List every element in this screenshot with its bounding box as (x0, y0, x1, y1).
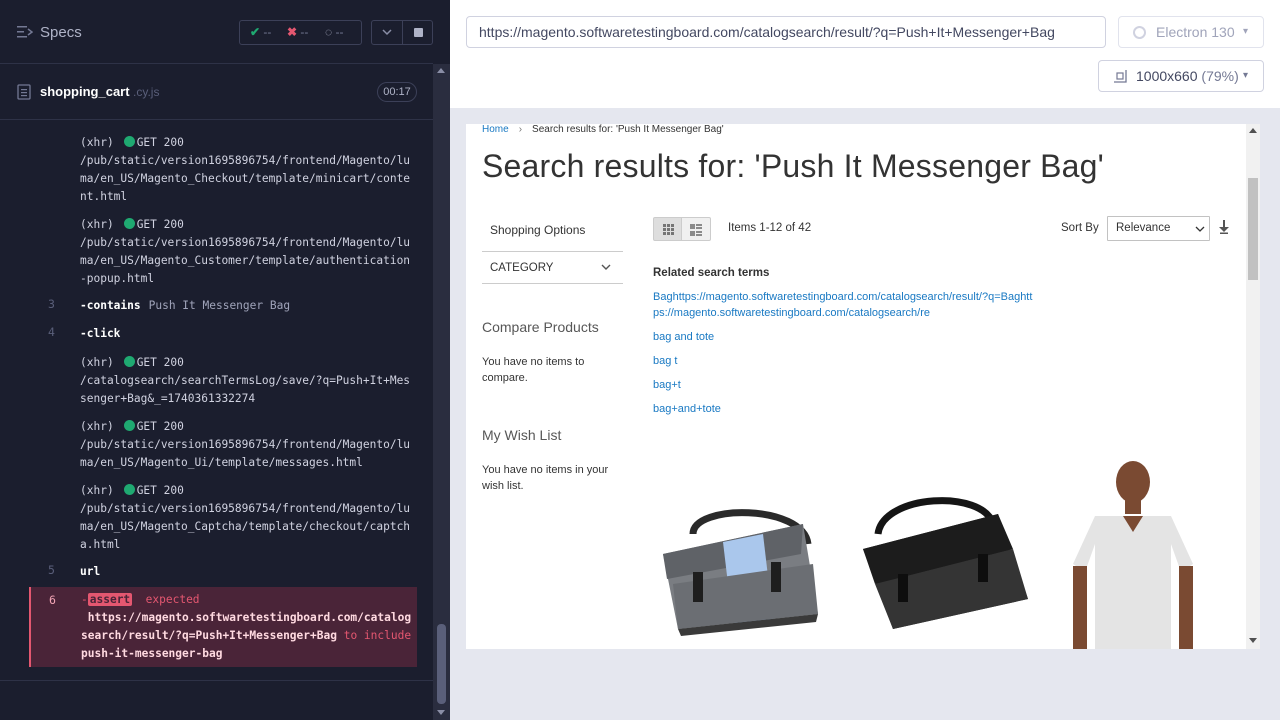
viewport-ruler-icon (1114, 70, 1127, 83)
stop-icon (414, 28, 423, 37)
chevron-down-icon (382, 29, 392, 36)
breadcrumb: Home › Search results for: 'Push It Messen… (482, 124, 724, 135)
scroll-down-arrow-icon[interactable] (437, 710, 445, 715)
file-icon (17, 84, 31, 100)
scroll-thumb[interactable] (437, 624, 446, 704)
product-image-model-tshirt[interactable] (1053, 454, 1233, 649)
chevron-down-icon: ▾ (1243, 70, 1249, 81)
command-log: (xhr) GET 200/pub/static/version169589675… (0, 120, 433, 680)
command-log-panel: Specs ✔ -- ✖ -- ◌ -- shopping_cart .cy.j… (0, 0, 450, 720)
grid-view-button[interactable] (653, 217, 682, 241)
spec-duration: 00:17 (377, 82, 417, 102)
run-controls (371, 20, 433, 45)
sort-by-label: Sort By (1061, 222, 1099, 234)
scroll-down-arrow-icon[interactable] (1249, 638, 1257, 643)
log-entry-failed-assert[interactable]: 6 - assert expected https://magento.softw… (29, 587, 417, 667)
related-term-link[interactable]: Baghttps://magento.softwaretestingboard.… (653, 289, 1033, 321)
category-filter[interactable]: CATEGORY (482, 252, 623, 284)
pending-stat: ◌ -- (325, 25, 344, 39)
product-image-messenger-bag-grey[interactable] (653, 454, 833, 649)
spec-file-name: shopping_cart (40, 84, 130, 99)
reporter-header: Specs ✔ -- ✖ -- ◌ -- (0, 0, 433, 64)
status-success-dot-icon (123, 484, 135, 495)
pending-circle-icon: ◌ (325, 25, 333, 39)
stop-button[interactable] (403, 21, 433, 44)
expand-chevron-button[interactable] (372, 21, 402, 44)
aut-iframe: Home › Search results for: 'Push It Messen… (466, 124, 1260, 649)
test-stats: ✔ -- ✖ -- ◌ -- (239, 20, 362, 45)
related-search-terms-title: Related search terms (653, 267, 770, 279)
page-title: Search results for: 'Push It Messenger B… (482, 148, 1104, 184)
status-success-dot-icon (123, 136, 135, 147)
command-log-scrollbar[interactable] (433, 64, 450, 720)
shopping-options-title: Shopping Options (490, 223, 586, 237)
chevron-down-icon (1195, 226, 1205, 232)
failed-stat: ✖ -- (287, 25, 309, 39)
aut-header: https://magento.softwaretestingboard.com… (450, 0, 1280, 108)
compare-products-title: Compare Products (482, 319, 599, 335)
breadcrumb-home-link[interactable]: Home (482, 124, 509, 135)
x-icon: ✖ (287, 25, 298, 39)
status-success-dot-icon (123, 420, 135, 431)
scroll-thumb[interactable] (1248, 178, 1258, 280)
url-bar[interactable]: https://magento.softwaretestingboard.com… (466, 16, 1106, 48)
passed-stat: ✔ -- (250, 25, 272, 39)
electron-browser-icon (1133, 26, 1146, 39)
related-term-link[interactable]: bag t (653, 353, 1033, 369)
spec-header[interactable]: shopping_cart .cy.js 00:17 (0, 64, 433, 120)
grid-icon (663, 224, 674, 235)
wish-list-title: My Wish List (482, 427, 562, 443)
specs-list-icon[interactable] (17, 25, 33, 39)
breadcrumb-current: Search results for: 'Push It Messenger B… (532, 124, 724, 135)
product-image-messenger-bag-black[interactable] (853, 454, 1033, 649)
compare-empty-text: You have no items to compare. (482, 356, 585, 384)
assert-badge: assert (87, 593, 133, 606)
scroll-up-arrow-icon[interactable] (437, 68, 445, 73)
browser-selector[interactable]: Electron 130 ▾ (1118, 16, 1264, 48)
check-icon: ✔ (250, 25, 261, 39)
spec-file-ext: .cy.js (133, 85, 160, 99)
viewport-selector[interactable]: 1000x660 (79%) ▾ (1098, 60, 1264, 92)
scroll-up-arrow-icon[interactable] (1249, 128, 1257, 133)
related-term-link[interactable]: bag and tote (653, 329, 1033, 345)
status-success-dot-icon (123, 218, 135, 229)
list-view-button[interactable] (682, 217, 711, 241)
items-count: Items 1-12 of 42 (728, 222, 812, 234)
sort-by-select[interactable]: Relevance (1107, 216, 1210, 241)
divider (482, 283, 623, 284)
sort-direction-arrow-icon[interactable] (1218, 220, 1230, 234)
reporter-footer (0, 680, 433, 720)
app-under-test-panel: https://magento.softwaretestingboard.com… (450, 0, 1280, 720)
breadcrumb-separator-icon: › (518, 124, 523, 135)
status-success-dot-icon (123, 356, 135, 367)
list-icon (690, 224, 702, 236)
related-term-link[interactable]: bag+t (653, 377, 1033, 393)
related-term-link[interactable]: bag+and+tote (653, 401, 1033, 417)
page-scrollbar[interactable] (1246, 124, 1260, 649)
wish-list-empty-text: You have no items in your wish list. (482, 464, 609, 492)
chevron-down-icon (601, 264, 611, 270)
chevron-down-icon: ▾ (1243, 26, 1249, 37)
specs-label[interactable]: Specs (40, 24, 82, 41)
